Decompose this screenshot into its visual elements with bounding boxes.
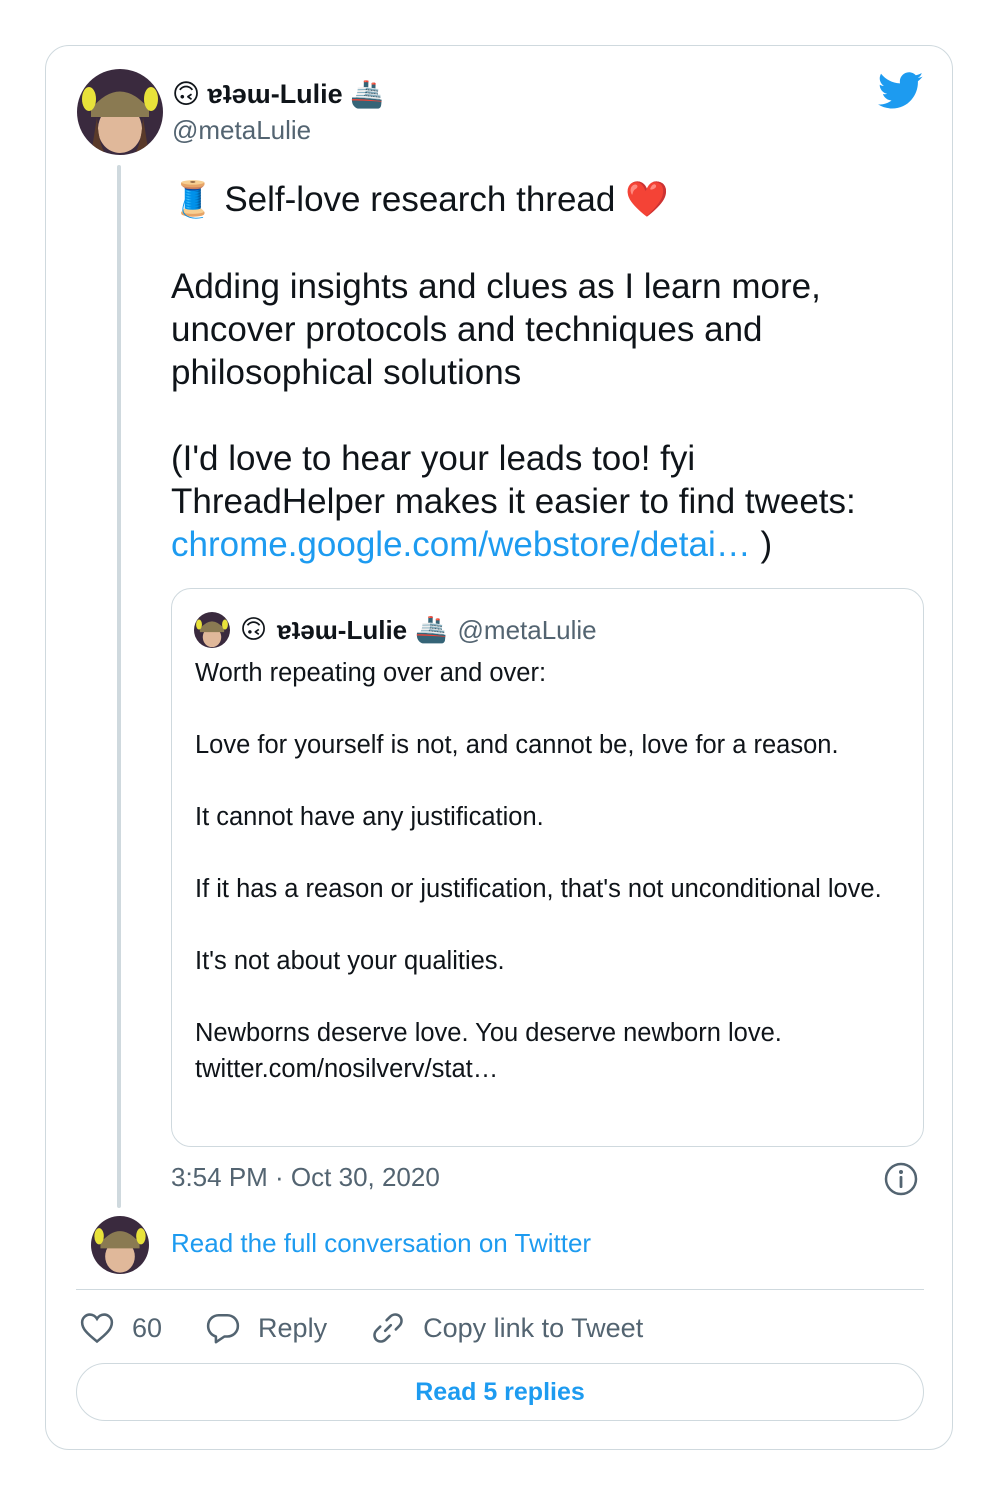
quote-line: Worth repeating over and over: (195, 659, 547, 687)
quoted-author-name: ɐʇǝɯ-Lulie (277, 614, 408, 645)
tweet-paragraph: (I'd love to hear your leads too! fyi Th… (171, 439, 856, 564)
tweet-timestamp[interactable]: 3:54 PM · Oct 30, 2020 (171, 1162, 440, 1193)
read-replies-button[interactable]: Read 5 replies (76, 1363, 924, 1421)
like-button[interactable]: 60 (80, 1312, 162, 1344)
read-full-conversation-link[interactable]: Read the full conversation on Twitter (171, 1228, 591, 1259)
reply-button[interactable]: Reply (206, 1312, 327, 1344)
twitter-bird-icon[interactable] (877, 72, 924, 115)
tweet-text: 🧵 Self-love research thread ❤️ Adding in… (171, 178, 901, 566)
chrome-webstore-link[interactable]: chrome.google.com/webstore/detai… (171, 525, 751, 564)
reader-avatar (91, 1216, 149, 1274)
quote-line: Newborns deserve love. You deserve newbo… (195, 1019, 782, 1047)
author-display-name: ɐʇǝɯ-Lulie (207, 79, 343, 109)
upside-down-face-emoji: 🙃 (240, 615, 268, 645)
reply-label: Reply (258, 1312, 328, 1343)
author-handle[interactable]: @metaLulie (172, 115, 311, 146)
thread-line (117, 165, 121, 1208)
divider (76, 1289, 924, 1290)
author-avatar[interactable] (77, 69, 163, 155)
quoted-tweet[interactable]: 🙃 ɐʇǝɯ-Lulie 🚢 @metaLulie Worth repeatin… (171, 588, 924, 1147)
quoted-author-avatar (194, 612, 230, 648)
ship-emoji: 🚢 (415, 615, 448, 645)
tweet-actions: 60 Reply Copy link to Tweet (80, 1306, 687, 1350)
quote-line: It's not about your qualities. (195, 947, 505, 975)
reply-bubble-icon (206, 1313, 240, 1344)
tweet-title: Self-love research thread (224, 180, 616, 219)
like-count: 60 (132, 1312, 163, 1343)
tweet-title-line: 🧵 Self-love research thread ❤️ (171, 178, 901, 222)
info-icon[interactable] (884, 1162, 918, 1201)
quoted-tweet-text: Worth repeating over and over: Love for … (195, 655, 895, 1087)
quote-line: If it has a reason or justification, tha… (195, 875, 882, 903)
copy-link-label: Copy link to Tweet (423, 1312, 644, 1343)
red-heart-emoji: ❤️ (625, 180, 669, 220)
tweet-paragraph: Adding insights and clues as I learn mor… (171, 267, 821, 392)
quote-link: twitter.com/nosilverv/stat… (195, 1055, 499, 1083)
author-name[interactable]: 🙃 ɐʇǝɯ-Lulie 🚢 (172, 78, 384, 110)
copy-link-button[interactable]: Copy link to Tweet (371, 1311, 643, 1345)
ship-emoji: 🚢 (350, 79, 384, 110)
quote-line: It cannot have any justification. (195, 803, 544, 831)
read-replies-label: Read 5 replies (415, 1377, 585, 1406)
thread-spool-emoji: 🧵 (171, 180, 215, 220)
upside-down-face-emoji: 🙃 (172, 79, 201, 110)
heart-icon (80, 1313, 114, 1344)
link-icon (373, 1313, 403, 1343)
quoted-tweet-header: 🙃 ɐʇǝɯ-Lulie 🚢 @metaLulie (194, 611, 597, 649)
quoted-author-handle: @metaLulie (457, 614, 597, 645)
quote-line: Love for yourself is not, and cannot be,… (195, 731, 839, 759)
